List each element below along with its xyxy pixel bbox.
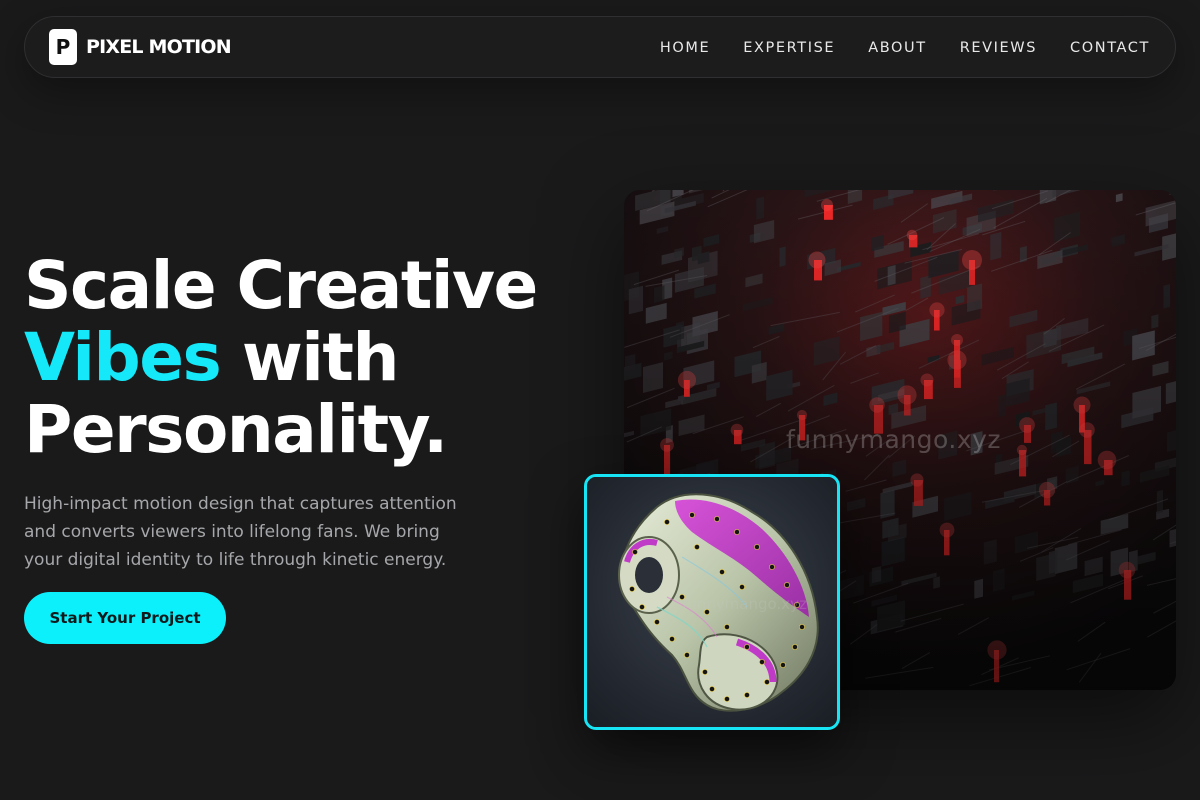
blob-dot xyxy=(780,662,786,668)
blob-dot xyxy=(744,692,750,698)
start-project-button[interactable]: Start Your Project xyxy=(24,592,226,644)
blob-dot xyxy=(694,544,700,550)
blob-dot xyxy=(764,679,770,685)
hero-heading-accent: Vibes xyxy=(24,319,222,396)
blob-dot xyxy=(669,636,675,642)
main-image-watermark: funnymango.xyz xyxy=(786,425,1002,454)
blob-dot xyxy=(724,696,730,702)
blob-dot xyxy=(629,586,635,592)
blob-dot xyxy=(702,669,708,675)
nav-link-about[interactable]: ABOUT xyxy=(868,40,927,56)
nav-link-expertise[interactable]: EXPERTISE xyxy=(743,40,835,56)
blob-dot xyxy=(664,519,670,525)
blob-dot xyxy=(714,516,720,522)
blob-dot xyxy=(632,549,638,555)
hero-blob-image: funnymango.xyz xyxy=(584,474,840,730)
blob-dot xyxy=(739,584,745,590)
blob-dot xyxy=(654,619,660,625)
hero-heading-line2: with xyxy=(220,319,400,396)
nav-menu: HOME EXPERTISE ABOUT REVIEWS CONTACT xyxy=(660,17,1150,79)
blob-dot xyxy=(744,644,750,650)
small-image-watermark: funnymango.xyz xyxy=(682,595,807,613)
nav-link-home[interactable]: HOME xyxy=(660,40,710,56)
nav-link-contact[interactable]: CONTACT xyxy=(1070,40,1150,56)
blob-dot xyxy=(759,659,765,665)
blob-dot xyxy=(689,512,695,518)
blob-dot xyxy=(754,544,760,550)
hero-heading: Scale Creative Vibes with Personality. xyxy=(24,250,584,466)
blob-dot xyxy=(769,564,775,570)
top-navbar: P PIXEL MOTION HOME EXPERTISE ABOUT REVI… xyxy=(24,16,1176,78)
brand-name: PIXEL MOTION xyxy=(86,36,232,58)
blob-dot xyxy=(799,624,805,630)
blob-dot xyxy=(709,686,715,692)
blob-dot xyxy=(792,644,798,650)
blob-dot xyxy=(639,604,645,610)
blob-dot xyxy=(719,569,725,575)
brand-logo-link[interactable]: P PIXEL MOTION xyxy=(49,29,232,65)
hero-subtitle: High-impact motion design that captures … xyxy=(24,494,457,570)
logo-mark-icon: P xyxy=(49,29,77,65)
blob-dot xyxy=(784,582,790,588)
hero-heading-line1: Scale Creative xyxy=(24,247,538,324)
hero-heading-line3: Personality. xyxy=(24,391,448,468)
blob-dot xyxy=(724,624,730,630)
blob-dot xyxy=(684,652,690,658)
blob-dot xyxy=(734,529,740,535)
nav-link-reviews[interactable]: REVIEWS xyxy=(960,40,1037,56)
